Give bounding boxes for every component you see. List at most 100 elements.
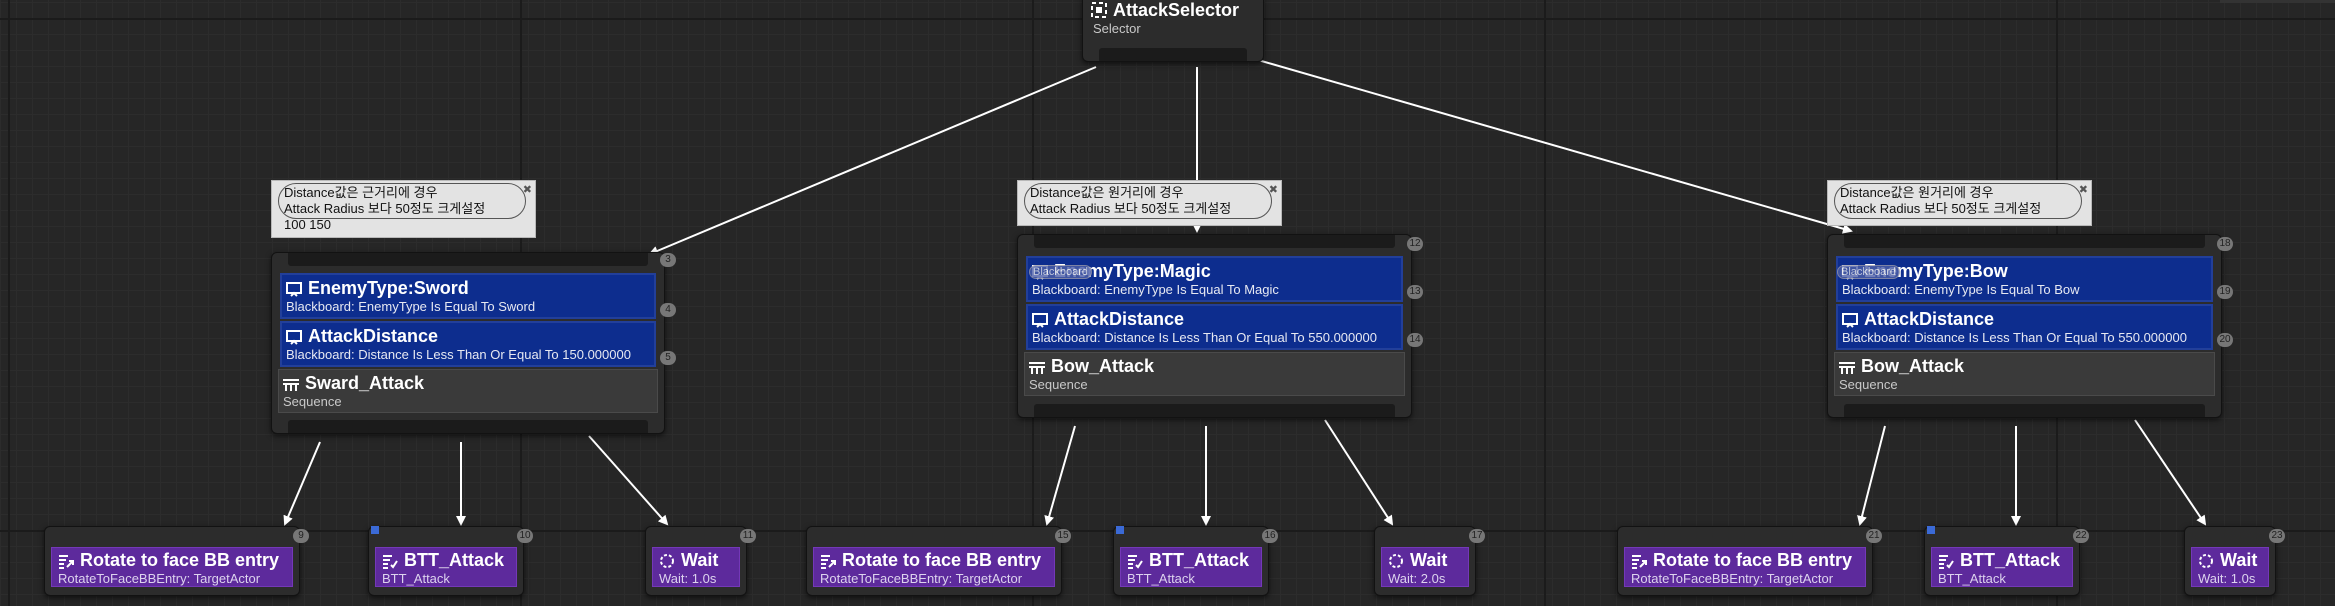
drag-ghost-label: Blackboard bbox=[1837, 265, 1901, 279]
drag-ghost-label: Blackboard bbox=[1029, 265, 1093, 279]
task-body[interactable]: BTT_Attack BTT_Attack bbox=[1120, 547, 1262, 587]
task-description: Wait: 2.0s bbox=[1388, 571, 1446, 586]
decorator-description: Blackboard: Distance Is Less Than Or Equ… bbox=[1842, 330, 2187, 345]
root-output-pin[interactable] bbox=[1099, 48, 1247, 61]
decorator-attackdistance[interactable]: AttackDistance Blackboard: Distance Is L… bbox=[280, 321, 656, 367]
execution-order-badge: 16 bbox=[1262, 529, 1278, 543]
task-description: BTT_Attack bbox=[1127, 571, 1195, 586]
task-title: Wait bbox=[1410, 550, 1448, 570]
execution-order-badge: 19 bbox=[2217, 285, 2233, 299]
task-title: BTT_Attack bbox=[404, 550, 505, 570]
task-body[interactable]: BTT_Attack BTT_Attack bbox=[375, 547, 517, 587]
task-node-wait[interactable]: 11 Wait Wait: 1.0s bbox=[645, 526, 756, 596]
composite-sequence[interactable]: Bow_Attack Sequence bbox=[1834, 352, 2215, 396]
branch-node-sword[interactable]: 3 EnemyType:Sword Blackboard: EnemyType … bbox=[271, 252, 676, 434]
root-title: AttackSelector bbox=[1083, 0, 1263, 21]
output-pin[interactable] bbox=[288, 420, 648, 433]
decorator-enemytype-magic[interactable]: EnemyType:Magic Blackboard: EnemyType Is… bbox=[1026, 256, 1403, 302]
decorator-description: Blackboard: EnemyType Is Equal To Magic bbox=[1032, 282, 1279, 297]
task-body[interactable]: Wait Wait: 1.0s bbox=[2191, 547, 2269, 587]
execution-order-badge: 17 bbox=[1469, 529, 1485, 543]
execution-order-badge: 9 bbox=[293, 529, 309, 543]
wire-branch-1-task-1 bbox=[283, 441, 321, 526]
sequence-icon bbox=[283, 375, 299, 391]
composite-type: Sequence bbox=[1029, 377, 1088, 392]
execution-order-badge: 23 bbox=[2269, 529, 2285, 543]
root-subtitle: Selector bbox=[1093, 21, 1141, 36]
comment-line: Distance값은 원거리에 경우 bbox=[1030, 185, 1184, 200]
task-body[interactable]: BTT_Attack BTT_Attack bbox=[1931, 547, 2073, 587]
comment-bubble-1[interactable]: Distance값은 근거리에 경우 Attack Radius 보다 50정도… bbox=[271, 180, 536, 238]
decorator-attackdistance[interactable]: AttackDistance Blackboard: Distance Is L… bbox=[1026, 304, 1403, 350]
decorator-attackdistance[interactable]: AttackDistance Blackboard: Distance Is L… bbox=[1836, 304, 2213, 350]
task-icon bbox=[382, 552, 398, 569]
blueprint-marker-icon bbox=[371, 526, 379, 534]
task-description: Wait: 1.0s bbox=[659, 571, 717, 586]
comment-bubble-3[interactable]: Distance값은 원거리에 경우 Attack Radius 보다 50정도… bbox=[1827, 180, 2092, 226]
selector-icon bbox=[1091, 2, 1107, 18]
comment-close-icon[interactable]: ✖ bbox=[523, 182, 532, 198]
branch-node-bow[interactable]: 18 EnemyType:Bow Blackboard: EnemyType I… bbox=[1827, 234, 2233, 418]
decorator-description: Blackboard: EnemyType Is Equal To Bow bbox=[1842, 282, 2080, 297]
wire-branch-2-task-1 bbox=[1044, 425, 1076, 526]
task-node-btt-attack[interactable]: 22 BTT_Attack BTT_Attack bbox=[1924, 526, 2089, 596]
wire-root-to-branch-3 bbox=[1257, 59, 1853, 234]
task-title: Rotate to face BB entry bbox=[842, 550, 1042, 570]
task-icon bbox=[1938, 552, 1954, 569]
wire-branch-3-task-1 bbox=[1857, 425, 1886, 526]
input-pin[interactable] bbox=[1034, 235, 1395, 248]
execution-order-badge: 18 bbox=[2217, 237, 2233, 251]
blackboard-icon bbox=[286, 280, 302, 297]
task-title: Rotate to face BB entry bbox=[1653, 550, 1853, 570]
composite-type: Sequence bbox=[1839, 377, 1898, 392]
decorator-title: AttackDistance bbox=[1864, 309, 1995, 329]
comment-line: Attack Radius 보다 50정도 크게설정 bbox=[1030, 201, 1232, 216]
sequence-icon bbox=[1029, 358, 1045, 374]
task-body[interactable]: Rotate to face BB entry RotateToFaceBBEn… bbox=[51, 547, 293, 587]
sequence-icon bbox=[1839, 358, 1855, 374]
blueprint-marker-icon bbox=[1927, 526, 1935, 534]
task-node-rotate[interactable]: 21 Rotate to face BB entry RotateToFaceB… bbox=[1617, 526, 1882, 596]
task-body[interactable]: Rotate to face BB entry RotateToFaceBBEn… bbox=[813, 547, 1055, 587]
decorator-title: EnemyType:Sword bbox=[308, 278, 469, 298]
task-description: RotateToFaceBBEntry: TargetActor bbox=[820, 571, 1023, 586]
task-node-rotate[interactable]: 9 Rotate to face BB entry RotateToFaceBB… bbox=[44, 526, 309, 596]
branch-node-magic[interactable]: 12 EnemyType:Magic Blackboard: EnemyType… bbox=[1017, 234, 1423, 418]
input-pin[interactable] bbox=[288, 253, 648, 266]
wire-branch-1-task-3 bbox=[588, 435, 669, 526]
composite-title: Sward_Attack bbox=[305, 373, 425, 393]
task-node-btt-attack[interactable]: 10 BTT_Attack BTT_Attack bbox=[368, 526, 533, 596]
comment-line: 100 150 bbox=[284, 217, 331, 232]
comment-close-icon[interactable]: ✖ bbox=[1269, 182, 1278, 198]
task-description: RotateToFaceBBEntry: TargetActor bbox=[1631, 571, 1834, 586]
root-selector-node[interactable]: AttackSelector Selector bbox=[1082, 0, 1264, 62]
task-description: BTT_Attack bbox=[1938, 571, 2006, 586]
composite-sequence[interactable]: Sward_Attack Sequence bbox=[278, 369, 658, 413]
decorator-enemytype-bow[interactable]: EnemyType:Bow Blackboard: EnemyType Is E… bbox=[1836, 256, 2213, 302]
input-pin[interactable] bbox=[1844, 235, 2205, 248]
task-node-rotate[interactable]: 15 Rotate to face BB entry RotateToFaceB… bbox=[806, 526, 1071, 596]
execution-order-badge: 21 bbox=[1866, 529, 1882, 543]
panel-edge bbox=[2220, 0, 2335, 3]
output-pin[interactable] bbox=[1034, 404, 1395, 417]
blackboard-icon bbox=[1032, 311, 1048, 328]
composite-sequence[interactable]: Bow_Attack Sequence bbox=[1024, 352, 1405, 396]
task-node-btt-attack[interactable]: 16 BTT_Attack BTT_Attack bbox=[1113, 526, 1278, 596]
execution-order-badge: 15 bbox=[1055, 529, 1071, 543]
output-pin[interactable] bbox=[1844, 404, 2205, 417]
task-node-wait[interactable]: 23 Wait Wait: 1.0s bbox=[2184, 526, 2285, 596]
wire-branch-2-task-3 bbox=[1324, 419, 1394, 526]
decorator-title: AttackDistance bbox=[308, 326, 439, 346]
task-body[interactable]: Wait Wait: 1.0s bbox=[652, 547, 740, 587]
task-description: RotateToFaceBBEntry: TargetActor bbox=[58, 571, 261, 586]
wait-clock-icon bbox=[1388, 552, 1404, 568]
comment-close-icon[interactable]: ✖ bbox=[2079, 182, 2088, 198]
blackboard-icon bbox=[1842, 311, 1858, 328]
root-title-text: AttackSelector bbox=[1113, 0, 1240, 20]
task-body[interactable]: Wait Wait: 2.0s bbox=[1381, 547, 1469, 587]
wait-clock-icon bbox=[659, 552, 675, 568]
decorator-enemytype-sword[interactable]: EnemyType:Sword Blackboard: EnemyType Is… bbox=[280, 273, 656, 319]
task-body[interactable]: Rotate to face BB entry RotateToFaceBBEn… bbox=[1624, 547, 1866, 587]
task-node-wait[interactable]: 17 Wait Wait: 2.0s bbox=[1374, 526, 1485, 596]
comment-bubble-2[interactable]: Distance값은 원거리에 경우 Attack Radius 보다 50정도… bbox=[1017, 180, 1282, 226]
